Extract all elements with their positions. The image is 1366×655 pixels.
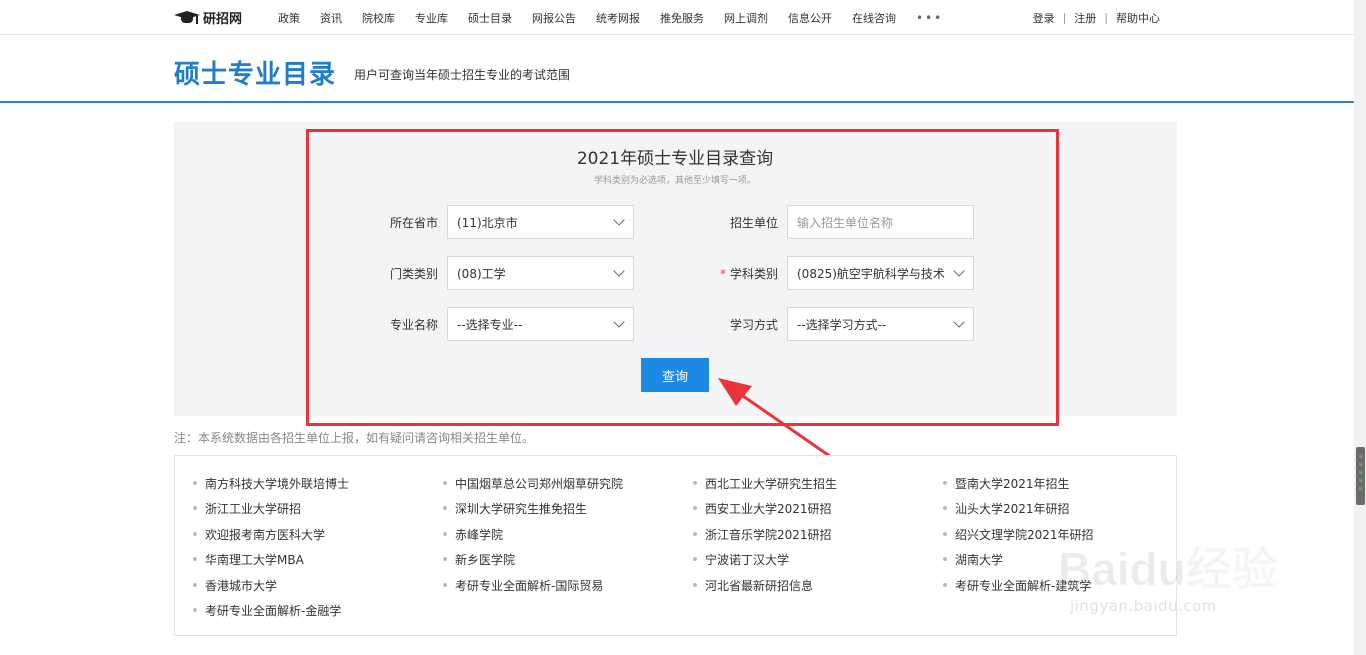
bullet-icon bbox=[193, 582, 197, 587]
bullet-icon bbox=[193, 531, 197, 536]
bullet-icon bbox=[443, 531, 447, 536]
bullet-icon bbox=[943, 531, 947, 536]
list-item[interactable]: 香港城市大学 bbox=[193, 577, 277, 594]
category-select-value: (08)工学 bbox=[457, 266, 506, 281]
bullet-icon bbox=[693, 582, 697, 587]
nav-item-info-public[interactable]: 信息公开 bbox=[788, 10, 832, 26]
discipline-label-text: 学科类别 bbox=[729, 267, 778, 281]
list-item[interactable]: 新乡医学院 bbox=[443, 551, 515, 568]
query-button[interactable]: 查询 bbox=[641, 358, 709, 392]
query-title: 2021年硕士专业目录查询 bbox=[576, 149, 774, 169]
study-mode-select[interactable]: --选择学习方式-- bbox=[787, 307, 974, 341]
top-navbar: 研招网 政策 资讯 院校库 专业库 硕士目录 网报公告 统考网报 推免服务 网上… bbox=[0, 0, 1354, 35]
bullet-icon bbox=[443, 582, 447, 587]
site-logo[interactable]: 研招网 bbox=[174, 7, 242, 27]
user-links: 登录 | 注册 | 帮助中心 bbox=[1033, 0, 1160, 35]
list-item[interactable]: 赤峰学院 bbox=[443, 526, 503, 543]
chevron-down-icon bbox=[953, 265, 965, 277]
nav-item-exam-registration[interactable]: 统考网报 bbox=[596, 10, 640, 26]
bullet-icon bbox=[943, 505, 947, 510]
login-link[interactable]: 登录 bbox=[1033, 10, 1055, 26]
divider: | bbox=[1104, 11, 1108, 24]
discipline-label: * 学科类别 bbox=[698, 265, 778, 282]
bullet-icon bbox=[693, 556, 697, 561]
list-item[interactable]: 考研专业全面解析-建筑学 bbox=[943, 577, 1091, 594]
list-item[interactable]: 华南理工大学MBA bbox=[193, 551, 304, 568]
province-select[interactable]: (11)北京市 bbox=[447, 205, 634, 239]
chevron-down-icon bbox=[613, 214, 625, 226]
bullet-icon bbox=[693, 480, 697, 485]
bullet-icon bbox=[193, 480, 197, 485]
nav-item-majors[interactable]: 专业库 bbox=[415, 10, 448, 26]
list-item[interactable]: 绍兴文理学院2021年研招 bbox=[943, 526, 1094, 543]
list-item[interactable]: 西安工业大学2021研招 bbox=[693, 500, 832, 517]
list-item[interactable]: 汕头大学2021年研招 bbox=[943, 500, 1070, 517]
bullet-icon bbox=[193, 607, 197, 612]
footnote: 注：本系统数据由各招生单位上报，如有疑问请咨询相关招生单位。 bbox=[174, 431, 535, 445]
chevron-down-icon bbox=[613, 265, 625, 277]
nav-item-recommendation[interactable]: 推免服务 bbox=[660, 10, 704, 26]
main-nav: 政策 资讯 院校库 专业库 硕士目录 网报公告 统考网报 推免服务 网上调剂 信… bbox=[278, 0, 963, 35]
major-select-value: --选择专业-- bbox=[457, 317, 523, 332]
nav-item-schools[interactable]: 院校库 bbox=[362, 10, 395, 26]
nav-item-master-catalog[interactable]: 硕士目录 bbox=[468, 10, 512, 26]
bullet-icon bbox=[443, 505, 447, 510]
graduation-cap-icon bbox=[174, 8, 200, 26]
discipline-select[interactable]: (0825)航空宇航科学与技术 bbox=[787, 256, 974, 290]
site-logo-text: 研招网 bbox=[203, 11, 243, 27]
page-title: 硕士专业目录 bbox=[174, 60, 337, 90]
unit-input[interactable]: 输入招生单位名称 bbox=[787, 205, 974, 239]
bullet-icon bbox=[443, 480, 447, 485]
list-item[interactable]: 浙江音乐学院2021研招 bbox=[693, 526, 832, 543]
list-item[interactable]: 中国烟草总公司郑州烟草研究院 bbox=[443, 475, 623, 492]
study-mode-label: 学习方式 bbox=[729, 318, 778, 332]
page-subtitle: 用户可查询当年硕士招生专业的考试范围 bbox=[354, 68, 571, 82]
discipline-select-value: (0825)航空宇航科学与技术 bbox=[797, 266, 945, 281]
chevron-down-icon bbox=[613, 316, 625, 328]
query-note: 学科类别为必选项，其他至少填写一项。 bbox=[593, 176, 756, 186]
list-item[interactable]: 宁波诺丁汉大学 bbox=[693, 551, 789, 568]
bullet-icon bbox=[193, 556, 197, 561]
province-select-value: (11)北京市 bbox=[457, 215, 518, 230]
help-center-link[interactable]: 帮助中心 bbox=[1116, 10, 1160, 26]
register-link[interactable]: 注册 bbox=[1074, 10, 1096, 26]
nav-item-online-consult[interactable]: 在线咨询 bbox=[852, 10, 896, 26]
list-item[interactable]: 考研专业全面解析-国际贸易 bbox=[443, 577, 603, 594]
list-item[interactable]: 南方科技大学境外联培博士 bbox=[193, 475, 349, 492]
required-marker: * bbox=[719, 267, 726, 281]
province-label: 所在省市 bbox=[389, 216, 438, 230]
list-item[interactable]: 河北省最新研招信息 bbox=[693, 577, 813, 594]
unit-label: 招生单位 bbox=[729, 216, 778, 230]
more-menu-icon[interactable]: ••• bbox=[916, 11, 943, 25]
scrollbar-thumb[interactable] bbox=[1356, 447, 1365, 505]
bullet-icon bbox=[943, 582, 947, 587]
unit-input-placeholder: 输入招生单位名称 bbox=[797, 215, 894, 230]
bullet-icon bbox=[943, 556, 947, 561]
nav-item-adjustment[interactable]: 网上调剂 bbox=[724, 10, 768, 26]
list-item[interactable]: 湖南大学 bbox=[943, 551, 1003, 568]
study-mode-select-value: --选择学习方式-- bbox=[797, 317, 887, 332]
list-item[interactable]: 西北工业大学研究生招生 bbox=[693, 475, 837, 492]
divider: | bbox=[1062, 11, 1067, 24]
nav-item-policy[interactable]: 政策 bbox=[278, 10, 300, 26]
bullet-icon bbox=[693, 531, 697, 536]
list-item[interactable]: 考研专业全面解析-金融学 bbox=[193, 602, 341, 619]
nav-item-news[interactable]: 资讯 bbox=[320, 10, 342, 26]
nav-item-registration-notice[interactable]: 网报公告 bbox=[532, 10, 576, 26]
list-item[interactable]: 浙江工业大学研招 bbox=[193, 500, 301, 517]
bullet-icon bbox=[943, 480, 947, 485]
bullet-icon bbox=[193, 505, 197, 510]
list-item[interactable]: 暨南大学2021年招生 bbox=[943, 475, 1070, 492]
scrollbar-track[interactable] bbox=[1354, 0, 1366, 655]
major-select[interactable]: --选择专业-- bbox=[447, 307, 634, 341]
bullet-icon bbox=[693, 505, 697, 510]
bullet-icon bbox=[443, 556, 447, 561]
list-item[interactable]: 欢迎报考南方医科大学 bbox=[193, 526, 325, 543]
page-header: 硕士专业目录 用户可查询当年硕士招生专业的考试范围 bbox=[0, 36, 1354, 103]
category-label: 门类类别 bbox=[389, 267, 438, 281]
list-item[interactable]: 深圳大学研究生推免招生 bbox=[443, 500, 587, 517]
major-label: 专业名称 bbox=[389, 318, 438, 332]
chevron-down-icon bbox=[953, 316, 965, 328]
category-select[interactable]: (08)工学 bbox=[447, 256, 634, 290]
